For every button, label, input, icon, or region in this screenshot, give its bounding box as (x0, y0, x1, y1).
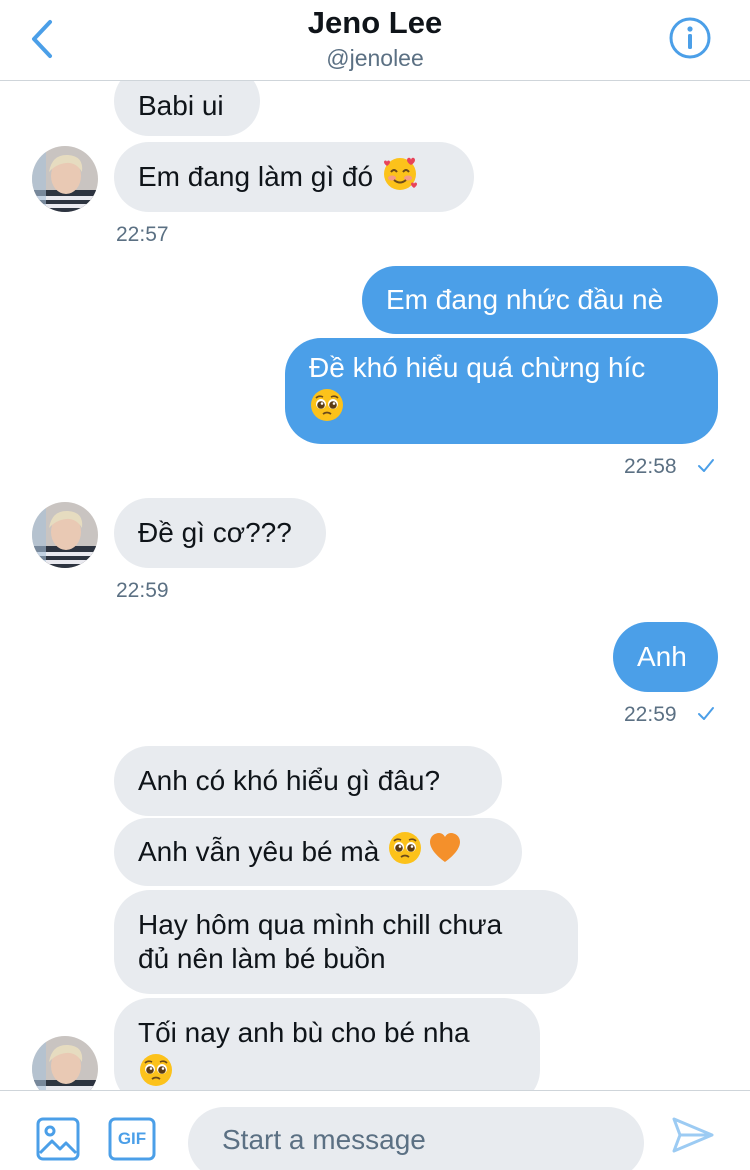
add-gif-button[interactable]: GIF (108, 1117, 156, 1161)
conversation-header: Jeno Lee @jenolee (0, 0, 750, 80)
message-timestamp: 22:58 (624, 455, 677, 478)
check-icon (696, 704, 716, 724)
info-icon (669, 17, 711, 59)
smiling-face-with-hearts-emoji (381, 154, 419, 200)
message-composer: GIF (0, 1090, 750, 1170)
message-bubble-outgoing[interactable]: Em đang nhức đầu nè (362, 266, 718, 334)
image-icon (36, 1117, 80, 1161)
message-timestamp: 22:59 (116, 579, 169, 602)
message-text: Em đang nhức đầu nè (386, 284, 664, 315)
send-button[interactable] (670, 1115, 716, 1155)
gif-label: GIF (117, 1129, 147, 1148)
dm-conversation-screen: Babi ui Em đang làm gì đó 22:57 Em đang … (0, 0, 750, 1170)
pleading-face-emoji (138, 1052, 174, 1090)
message-text: Tối nay anh bù cho bé nha (138, 1017, 470, 1048)
message-text: Anh (637, 641, 687, 672)
message-text: Anh vẫn yêu bé mà (138, 836, 388, 867)
message-bubble-incoming[interactable]: Anh vẫn yêu bé mà (114, 818, 522, 886)
contact-handle: @jenolee (326, 45, 424, 71)
header-divider (0, 80, 750, 81)
message-text: Hay hôm qua mình chill chưa đủ nên làm b… (138, 909, 503, 974)
message-timestamp: 22:59 (624, 703, 677, 726)
avatar[interactable] (32, 1036, 98, 1090)
message-timestamp: 22:57 (116, 223, 169, 246)
conversation-title[interactable]: Jeno Lee @jenolee (175, 3, 575, 73)
message-text: Đề khó hiểu quá chừng híc (309, 352, 646, 383)
avatar[interactable] (32, 146, 98, 212)
add-photo-button[interactable] (36, 1117, 80, 1161)
pleading-face-emoji (387, 830, 423, 874)
message-bubble-incoming[interactable]: Hay hôm qua mình chill chưa đủ nên làm b… (114, 890, 578, 994)
message-bubble-incoming[interactable]: Đề gì cơ??? (114, 498, 326, 568)
message-bubble-incoming[interactable]: Em đang làm gì đó (114, 142, 474, 212)
message-bubble-incoming[interactable]: Tối nay anh bù cho bé nha (114, 998, 540, 1090)
contact-display-name: Jeno Lee (307, 5, 443, 40)
message-text: Đề gì cơ??? (138, 517, 292, 548)
message-input[interactable] (188, 1107, 644, 1170)
message-bubble-outgoing[interactable]: Đề khó hiểu quá chừng híc (285, 338, 718, 444)
message-bubble-incoming[interactable]: Anh có khó hiểu gì đâu? (114, 746, 502, 816)
avatar[interactable] (32, 502, 98, 568)
message-text: Em đang làm gì đó (138, 161, 381, 192)
info-button[interactable] (668, 16, 712, 60)
check-icon (696, 456, 716, 476)
message-text: Babi ui (138, 90, 224, 121)
chevron-left-icon (32, 20, 52, 58)
back-button[interactable] (22, 14, 62, 64)
orange-heart-emoji (427, 830, 463, 874)
message-bubble-outgoing[interactable]: Anh (613, 622, 718, 692)
message-list[interactable]: Babi ui Em đang làm gì đó 22:57 Em đang … (0, 0, 750, 1090)
send-icon (672, 1117, 714, 1153)
message-text: Anh có khó hiểu gì đâu? (138, 765, 441, 796)
pleading-face-emoji (309, 387, 345, 431)
